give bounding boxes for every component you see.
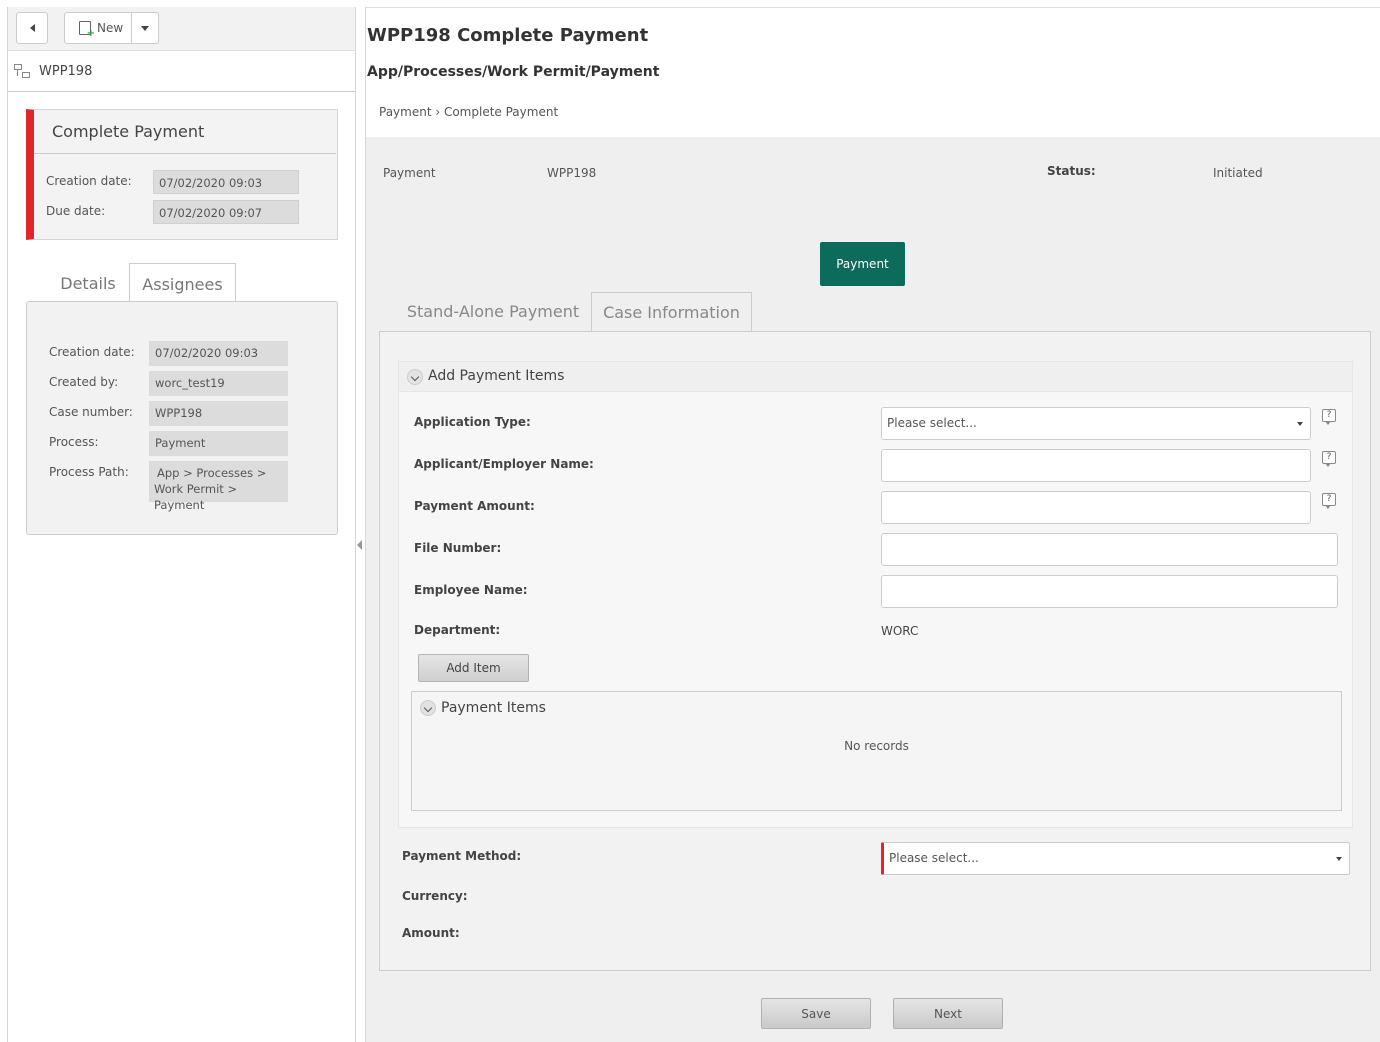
application-type-select[interactable]: Please select... [881, 407, 1311, 440]
task-card: Complete Payment Creation date: 07/02/20… [26, 109, 338, 240]
add-item-button[interactable]: Add Item [418, 654, 529, 682]
chevron-down-icon[interactable] [407, 369, 423, 385]
back-button[interactable] [16, 12, 48, 44]
status-value: Initiated [1213, 166, 1263, 180]
breadcrumb: Payment › Complete Payment [379, 105, 559, 119]
process-tree-icon [14, 63, 31, 79]
detail-process-path-label: Process Path: [49, 465, 129, 479]
process-path-line1: App > Processes > [157, 466, 267, 480]
help-icon[interactable]: ? [1322, 409, 1336, 425]
add-payment-items-section: Add Payment Items Application Type: Plea… [398, 361, 1353, 828]
page-path: App/Processes/Work Permit/Payment [367, 64, 660, 80]
detail-case-number-value: WPP198 [149, 401, 288, 426]
help-icon[interactable]: ? [1322, 451, 1336, 467]
payment-amount-input[interactable] [881, 491, 1311, 524]
file-number-label: File Number: [414, 541, 502, 555]
payment-amount-label: Payment Amount: [414, 499, 535, 513]
caret-left-icon [29, 24, 35, 32]
payment-stage-button[interactable]: Payment [820, 242, 905, 286]
new-dropdown-button[interactable] [131, 12, 159, 44]
empty-state-text: No records [844, 739, 909, 753]
task-due-label: Due date: [46, 204, 106, 218]
detail-process-label: Process: [49, 435, 99, 449]
details-panel: Creation date: 07/02/2020 09:03 Created … [26, 301, 338, 535]
employee-name-label: Employee Name: [414, 583, 528, 597]
detail-creation-value: 07/02/2020 09:03 [149, 341, 288, 366]
tab-assignees[interactable]: Assignees [129, 263, 236, 302]
task-title: Complete Payment [34, 110, 336, 154]
tab-case-information[interactable]: Case Information [591, 292, 752, 333]
task-due-value: 07/02/2020 09:07 [153, 200, 299, 224]
add-payment-items-header[interactable]: Add Payment Items [399, 362, 1352, 392]
next-button[interactable]: Next [893, 998, 1003, 1029]
payment-method-label: Payment Method: [402, 849, 522, 863]
new-button[interactable]: New [64, 12, 132, 44]
collapse-left-icon[interactable] [357, 540, 362, 550]
main-content: WPP198 Complete Payment App/Processes/Wo… [366, 7, 1380, 1042]
case-type-label: Payment [383, 166, 436, 180]
page-header: WPP198 Complete Payment App/Processes/Wo… [366, 8, 1380, 137]
detail-created-by-label: Created by: [49, 375, 119, 389]
detail-process-path-value: App > Processes > Work Permit > Payment [149, 461, 288, 512]
new-document-icon [79, 21, 95, 39]
add-payment-items-title: Add Payment Items [428, 368, 565, 384]
tab-details[interactable]: Details [48, 263, 128, 301]
case-name: WPP198 [39, 63, 93, 79]
left-toolbar: New [8, 7, 355, 51]
caret-down-icon [141, 25, 149, 31]
detail-created-by-value: worc_test19 [149, 371, 288, 396]
left-panel: New WPP198 Complete Payment Creation dat… [7, 7, 356, 1042]
case-tree-item[interactable]: WPP198 [8, 51, 355, 92]
detail-process-value: Payment [149, 431, 288, 456]
panel-splitter[interactable] [356, 7, 366, 1042]
payment-form-panel: Add Payment Items Application Type: Plea… [379, 331, 1371, 971]
department-value: WORC [881, 624, 919, 638]
payment-items-title: Payment Items [441, 700, 546, 716]
new-button-label: New [97, 21, 124, 35]
detail-case-number-label: Case number: [49, 405, 133, 419]
task-creation-label: Creation date: [46, 174, 132, 188]
department-label: Department: [414, 623, 501, 637]
employee-name-input[interactable] [881, 575, 1338, 608]
case-id-value: WPP198 [547, 166, 597, 180]
save-button[interactable]: Save [761, 998, 871, 1029]
tab-stand-alone-payment[interactable]: Stand-Alone Payment [394, 292, 592, 332]
applicant-name-input[interactable] [881, 449, 1311, 482]
page-title: WPP198 Complete Payment [367, 25, 649, 46]
payment-method-select[interactable]: Please select... [881, 842, 1350, 875]
status-label: Status: [1047, 164, 1096, 178]
process-path-line2: Work Permit > Payment [154, 482, 238, 512]
task-creation-value: 07/02/2020 09:03 [153, 170, 299, 194]
file-number-input[interactable] [881, 533, 1338, 566]
currency-label: Currency: [402, 889, 468, 903]
chevron-down-icon[interactable] [420, 700, 436, 716]
amount-label: Amount: [402, 926, 460, 940]
detail-creation-label: Creation date: [49, 345, 135, 359]
help-icon[interactable]: ? [1322, 493, 1336, 509]
payment-items-section: Payment Items No records [411, 691, 1342, 811]
applicant-name-label: Applicant/Employer Name: [414, 457, 594, 471]
application-type-label: Application Type: [414, 415, 531, 429]
